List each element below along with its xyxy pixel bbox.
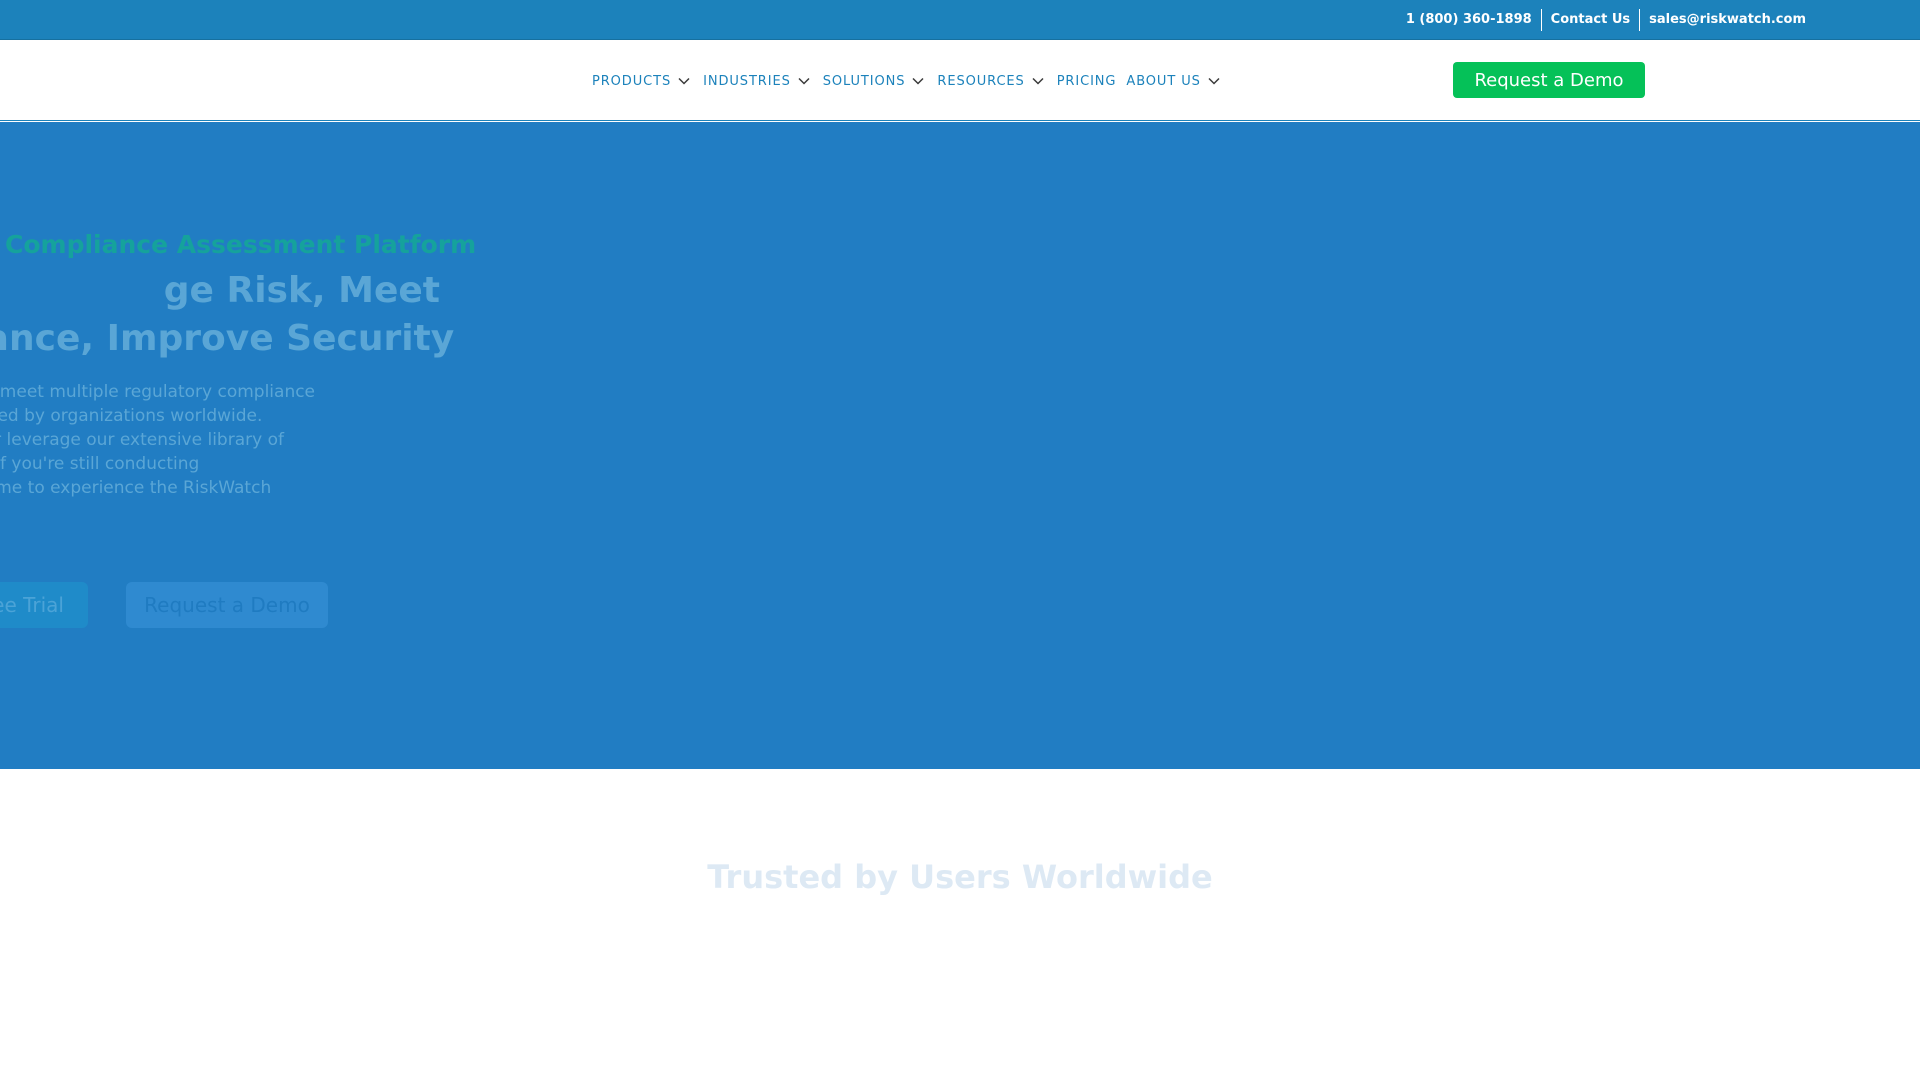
chevron-down-icon	[912, 77, 924, 85]
nav-item-label: RESOURCES	[937, 73, 1025, 89]
nav-item-products[interactable]: PRODUCTS	[592, 72, 693, 90]
hero-description-line: s manually, it's time to experience the …	[0, 478, 272, 498]
nav-menu: PRODUCTS INDUSTRIES SOLUTIONS RESOURCES …	[592, 41, 1233, 121]
phone-link[interactable]: 1 (800) 360-1898	[1397, 10, 1541, 30]
hero-eyebrow: Compliance Assessment Platform	[5, 230, 477, 259]
nav-item-label: PRICING	[1056, 73, 1117, 89]
email-link[interactable]: sales@riskwatch.com	[1640, 10, 1815, 30]
nav-item-industries[interactable]: INDUSTRIES	[703, 72, 813, 90]
contact-us-link[interactable]: Contact Us	[1542, 10, 1639, 30]
free-trial-button[interactable]: ee Trial	[0, 582, 88, 628]
hero-request-demo-button[interactable]: Request a Demo	[126, 582, 328, 628]
nav-item-pricing[interactable]: PRICING	[1057, 74, 1117, 89]
request-demo-button[interactable]: Request a Demo	[1453, 62, 1645, 98]
chevron-down-icon	[1032, 77, 1044, 85]
hero-description-line: quirements, trusted by organizations wor…	[0, 406, 263, 426]
chevron-down-icon	[798, 77, 810, 85]
nav-item-resources[interactable]: RESOURCES	[937, 72, 1046, 90]
top-contact-bar: 1 (800) 360-1898 Contact Us sales@riskwa…	[0, 0, 1920, 40]
trusted-heading: Trusted by Users Worldwide	[707, 858, 1213, 896]
hero-description-line: atory standards. If you're still conduct…	[0, 454, 200, 474]
hero-heading: ge Risk, Meet liance, Improve Security	[0, 267, 455, 363]
hero-heading-line: liance, Improve Security	[0, 318, 455, 359]
nav-item-about-us[interactable]: ABOUT US	[1126, 72, 1222, 90]
hero-section: Compliance Assessment Platform ge Risk, …	[0, 122, 1920, 769]
nav-item-label: PRODUCTS	[592, 73, 672, 89]
chevron-down-icon	[678, 77, 690, 85]
hero-heading-line: ge Risk, Meet	[163, 270, 440, 311]
nav-item-label: SOLUTIONS	[822, 73, 906, 89]
nav-item-solutions[interactable]: SOLUTIONS	[823, 72, 928, 90]
nav-item-label: INDUSTRIES	[703, 73, 791, 89]
contact-links: 1 (800) 360-1898 Contact Us sales@riskwa…	[1397, 0, 1815, 40]
nav-item-label: ABOUT US	[1126, 73, 1201, 89]
main-navbar: PRODUCTS INDUSTRIES SOLUTIONS RESOURCES …	[0, 41, 1920, 121]
hero-description-line: custom criteria or leverage our extensiv…	[0, 430, 284, 450]
hero-description: tch, manage and meet multiple regulatory…	[0, 380, 430, 500]
chevron-down-icon	[1208, 77, 1220, 85]
hero-description-line: tch, manage and meet multiple regulatory…	[0, 382, 316, 402]
